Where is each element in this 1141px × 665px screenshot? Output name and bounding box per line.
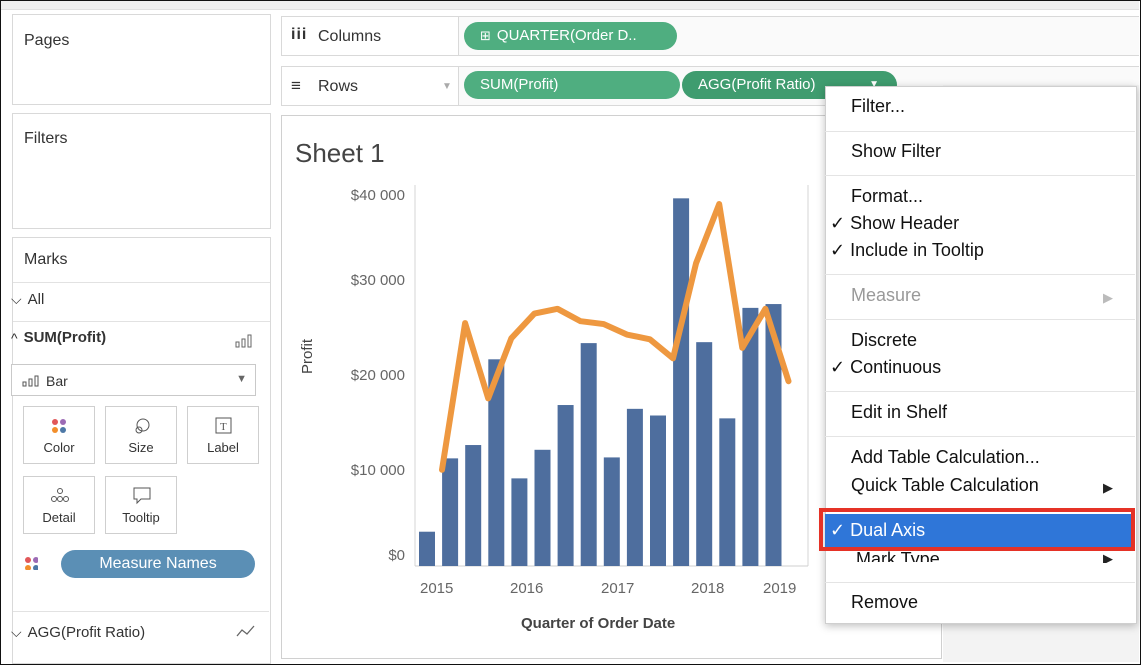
checkmark-icon: ✓ (830, 520, 846, 540)
menu-item-add-table-calculation[interactable]: Add Table Calculation... (851, 447, 1040, 468)
menu-item-filter[interactable]: Filter... (851, 96, 905, 117)
profit-bar[interactable] (557, 405, 574, 566)
menu-item-format[interactable]: Format... (851, 186, 923, 207)
x-tick: 2018 (691, 580, 725, 597)
x-tick: 2019 (763, 580, 797, 597)
checkmark-icon: ✓ (830, 357, 846, 377)
menu-item-continuous-label: Continuous (850, 357, 942, 377)
menu-item-remove[interactable]: Remove (851, 592, 918, 613)
checkmark-icon: ✓ (830, 240, 846, 260)
profit-bar[interactable] (626, 408, 643, 566)
profit-bar[interactable] (696, 342, 713, 566)
menu-item-show-header[interactable]: ✓ Show Header (830, 213, 959, 234)
profit-bar[interactable] (719, 418, 736, 566)
menu-item-dual-axis[interactable]: ✓ Dual Axis (830, 520, 925, 541)
menu-separator (825, 582, 1135, 583)
menu-item-include-in-tooltip[interactable]: ✓ Include in Tooltip (830, 240, 984, 261)
menu-item-show-header-label: Show Header (850, 213, 960, 233)
profit-bar[interactable] (442, 458, 459, 566)
profit-bar[interactable] (603, 457, 620, 566)
submenu-arrow-icon: ▶ (1103, 551, 1113, 563)
profit-bar[interactable] (534, 449, 551, 566)
menu-item-discrete[interactable]: Discrete (851, 330, 917, 351)
menu-separator (825, 436, 1135, 437)
menu-separator (825, 131, 1135, 132)
menu-separator (825, 274, 1135, 275)
menu-item-mark-type[interactable]: Mark Type (856, 549, 940, 562)
x-tick: 2015 (420, 580, 454, 597)
profit-bar[interactable] (419, 531, 435, 566)
profit-bar[interactable] (580, 343, 597, 566)
x-axis-title: Quarter of Order Date (521, 615, 676, 632)
profit-bar[interactable] (650, 415, 666, 566)
checkmark-icon: ✓ (830, 213, 846, 233)
menu-item-measure: Measure (851, 285, 922, 305)
menu-item-continuous[interactable]: ✓ Continuous (830, 357, 941, 378)
menu-separator (825, 319, 1135, 320)
profit-bar[interactable] (465, 445, 482, 566)
menu-item-dual-axis-label: Dual Axis (850, 520, 926, 540)
submenu-arrow-icon: ▶ (1103, 480, 1113, 495)
menu-item-show-filter[interactable]: Show Filter (851, 141, 941, 162)
menu-item-edit-in-shelf[interactable]: Edit in Shelf (851, 402, 947, 423)
profit-bar[interactable] (673, 198, 690, 566)
menu-separator (825, 175, 1135, 176)
x-tick: 2016 (510, 580, 544, 597)
profit-bar[interactable] (511, 478, 528, 566)
x-tick: 2017 (601, 580, 635, 597)
submenu-arrow-icon: ▶ (1103, 290, 1113, 305)
menu-item-quick-table-calculation[interactable]: Quick Table Calculation (851, 475, 1039, 496)
menu-separator (825, 391, 1135, 392)
menu-item-include-in-tooltip-label: Include in Tooltip (850, 240, 984, 260)
